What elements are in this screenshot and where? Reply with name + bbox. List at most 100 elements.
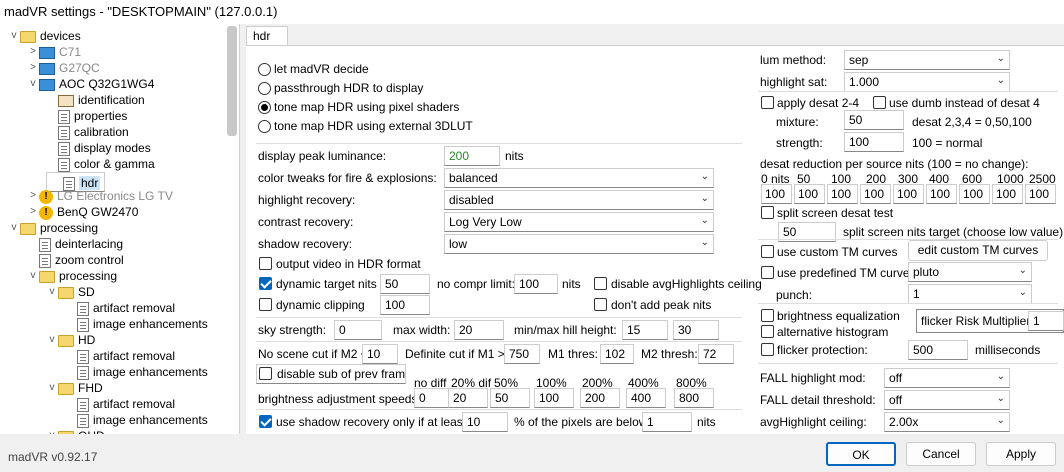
tree-item[interactable]: image enhancements: [65, 364, 208, 380]
flicker-risk-input[interactable]: 1: [1028, 311, 1064, 331]
tree-item[interactable]: v SD: [46, 284, 95, 300]
chevron-down-icon[interactable]: v: [46, 380, 58, 396]
dynamic-target-checkbox[interactable]: [259, 277, 272, 290]
nits-input[interactable]: 100: [860, 184, 891, 204]
tree-item[interactable]: artifact removal: [65, 348, 175, 364]
fall-highlight-select[interactable]: off ⌄: [884, 368, 1010, 388]
chevron-right-icon[interactable]: >: [27, 188, 39, 204]
avg-ceiling-select[interactable]: 2.00x ⌄: [884, 412, 1010, 432]
nits-input[interactable]: 100: [827, 184, 858, 204]
hdr-mode-radio[interactable]: [258, 63, 271, 76]
tree-item[interactable]: display modes: [46, 140, 151, 156]
m1-thres-input[interactable]: 102: [600, 344, 634, 364]
speed-input[interactable]: 200: [580, 388, 620, 408]
chevron-right-icon[interactable]: >: [27, 44, 39, 60]
speed-input[interactable]: 800: [674, 388, 714, 408]
speed-input[interactable]: 400: [626, 388, 666, 408]
tree-item[interactable]: color & gamma: [46, 156, 155, 172]
chevron-right-icon[interactable]: >: [27, 204, 39, 220]
no-compr-input[interactable]: 100: [514, 274, 558, 294]
tree-item[interactable]: v devices: [8, 28, 81, 44]
speed-input[interactable]: 100: [534, 388, 574, 408]
nits-input[interactable]: 100: [893, 184, 924, 204]
tree-item[interactable]: >! BenQ GW2470: [27, 204, 138, 220]
disable-sub-checkbox[interactable]: [259, 367, 272, 380]
hdr-mode-radio[interactable]: [258, 120, 271, 133]
apply-button[interactable]: Apply: [986, 442, 1056, 466]
cancel-button[interactable]: Cancel: [906, 442, 976, 466]
shadow-only-input[interactable]: 10: [462, 412, 508, 432]
chevron-down-icon[interactable]: v: [27, 268, 39, 284]
fall-detail-select[interactable]: off ⌄: [884, 390, 1010, 410]
tree-item[interactable]: image enhancements: [65, 316, 208, 332]
tree-item[interactable]: > C71: [27, 44, 81, 60]
shadow-only-nits-input[interactable]: 1: [642, 412, 692, 432]
speed-input[interactable]: 50: [490, 388, 530, 408]
chevron-down-icon[interactable]: v: [8, 28, 20, 44]
nits-input[interactable]: 100: [926, 184, 957, 204]
dynamic-clipping-input[interactable]: 100: [380, 295, 430, 315]
apply-desat-checkbox[interactable]: [761, 96, 774, 109]
punch-select[interactable]: 1 ⌄: [908, 284, 1032, 304]
output-video-checkbox[interactable]: [259, 257, 272, 270]
tree-item[interactable]: v HD: [46, 332, 96, 348]
nits-input[interactable]: 100: [992, 184, 1023, 204]
nits-input[interactable]: 100: [761, 184, 792, 204]
predefined-tm-checkbox[interactable]: [761, 266, 774, 279]
tree-item[interactable]: deinterlacing: [27, 236, 123, 252]
mixture-input[interactable]: 50: [844, 110, 904, 130]
tree-item[interactable]: calibration: [46, 124, 129, 140]
nits-input[interactable]: 100: [1025, 184, 1056, 204]
chevron-down-icon[interactable]: v: [8, 220, 20, 236]
tree-item[interactable]: properties: [46, 108, 127, 124]
highlight-recovery-select[interactable]: disabled ⌄: [444, 190, 714, 210]
chevron-down-icon[interactable]: v: [46, 332, 58, 348]
dynamic-target-input[interactable]: 50: [380, 274, 430, 294]
peak-input[interactable]: 200: [444, 146, 500, 166]
chevron-down-icon[interactable]: v: [27, 76, 39, 92]
disable-avg-checkbox[interactable]: [594, 277, 607, 290]
color-tweaks-select[interactable]: balanced ⌄: [444, 168, 714, 188]
chevron-down-icon[interactable]: v: [46, 284, 58, 300]
sky-strength-input[interactable]: 0: [334, 320, 382, 340]
ok-button[interactable]: OK: [826, 442, 896, 466]
predefined-tm-select[interactable]: pluto ⌄: [908, 262, 1032, 282]
shadow-only-checkbox[interactable]: [259, 415, 272, 428]
use-dumb-checkbox[interactable]: [873, 96, 886, 109]
tree-item[interactable]: image enhancements: [65, 412, 208, 428]
hdr-mode-radio[interactable]: [258, 82, 271, 95]
dynamic-clipping-checkbox[interactable]: [259, 298, 272, 311]
edit-custom-tm-button[interactable]: edit custom TM curves: [908, 240, 1048, 261]
no-scene-cut-input[interactable]: 10: [362, 344, 398, 364]
lum-method-select[interactable]: sep ⌄: [844, 50, 1010, 70]
tab-hdr[interactable]: hdr: [246, 26, 288, 46]
tree-item[interactable]: v processing: [8, 220, 99, 236]
flicker-protection-input[interactable]: 500: [908, 340, 968, 360]
m2-thresh-input[interactable]: 72: [698, 344, 734, 364]
tree-item[interactable]: >! LG Electronics LG TV: [27, 188, 173, 204]
hdr-mode-radio[interactable]: [258, 101, 271, 114]
tree-item[interactable]: zoom control: [27, 252, 124, 268]
contrast-recovery-select[interactable]: Log Very Low ⌄: [444, 212, 714, 232]
hill-min-input[interactable]: 15: [622, 320, 668, 340]
nits-input[interactable]: 100: [959, 184, 990, 204]
tree-item[interactable]: artifact removal: [65, 300, 175, 316]
split-screen-checkbox[interactable]: [761, 206, 774, 219]
flicker-protection-checkbox[interactable]: [761, 343, 774, 356]
nits-input[interactable]: 100: [794, 184, 825, 204]
brightness-eq-checkbox[interactable]: [761, 309, 774, 322]
dont-add-peak-checkbox[interactable]: [594, 298, 607, 311]
alt-histogram-checkbox[interactable]: [761, 325, 774, 338]
tree-item[interactable]: v QHD: [46, 428, 105, 434]
chevron-down-icon[interactable]: v: [46, 428, 58, 434]
highlight-sat-select[interactable]: 1.000 ⌄: [844, 72, 1010, 92]
tree-item[interactable]: v processing: [27, 268, 118, 284]
tree-item[interactable]: v FHD: [46, 380, 103, 396]
tree-item[interactable]: v AOC Q32G1WG4: [27, 76, 155, 92]
tree-item[interactable]: identification: [46, 92, 145, 108]
tree-item[interactable]: artifact removal: [65, 396, 175, 412]
hill-max-input[interactable]: 30: [673, 320, 719, 340]
custom-tm-checkbox[interactable]: [761, 245, 774, 258]
definite-cut-input[interactable]: 750: [504, 344, 540, 364]
speed-input[interactable]: 20: [448, 388, 488, 408]
